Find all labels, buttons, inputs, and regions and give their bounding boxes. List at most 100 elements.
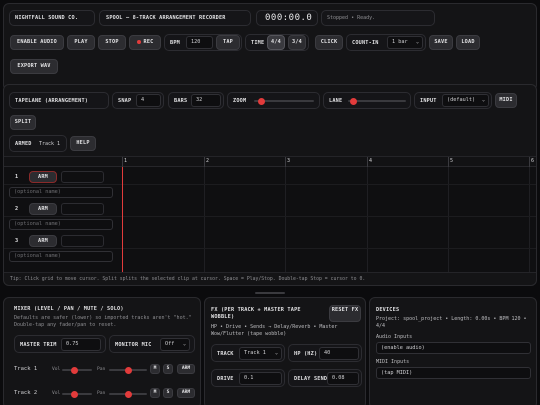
status-box: Stopped • Ready. [321,10,435,26]
mute-button[interactable]: M [150,388,160,398]
mixer-arm-button[interactable]: ARM [177,388,195,398]
ruler-tick [285,157,286,167]
volume-fader-handle[interactable] [70,366,78,374]
mixer-arm-button[interactable]: ARM [177,364,195,374]
chevron-down-icon: ⌄ [415,39,419,45]
brand-box: NIGHTFALL SOUND CO. [9,10,95,26]
time-3-4-button[interactable]: 3/4 [288,35,306,50]
solo-button[interactable]: S [163,388,173,398]
pan-label: Pan [97,391,106,396]
pan-slider[interactable] [109,366,147,374]
track-number: 2 [15,206,19,212]
tap-button[interactable]: TAP [216,35,240,50]
timeline-area[interactable]: 1 2 3 4 5 6 1 ARM (optional name) 2 ARM … [4,156,536,273]
armed-label: ARMED [15,141,32,147]
input-select[interactable]: (default) ⌄ [442,94,489,107]
track-arm-button[interactable]: ARM [29,171,57,183]
record-button[interactable]: REC [129,35,161,50]
bars-input[interactable]: 32 [191,94,221,107]
help-button[interactable]: HELP [70,136,96,151]
mixer-track-name: Track 1 [14,366,38,372]
track-name-input[interactable]: (optional name) [9,187,113,198]
snap-label: SNAP [118,98,132,104]
track-clip-slot[interactable] [61,203,104,215]
track-clip-slot[interactable] [61,171,104,183]
lane-slider-handle[interactable] [350,97,358,105]
hp-group: HP (HZ) 40 [288,344,362,362]
pan-slider[interactable] [109,390,147,398]
track-arm-button[interactable]: ARM [29,235,57,247]
volume-fader[interactable] [62,390,92,398]
track-name-input[interactable]: (optional name) [9,251,113,262]
audio-inputs-list[interactable]: (enable audio) [376,342,531,354]
zoom-slider-handle[interactable] [257,97,265,105]
time-signature-group: TIME 4/4 3/4 [245,34,309,51]
time-4-4-button[interactable]: 4/4 [267,35,285,50]
export-wav-button[interactable]: EXPORT WAV [10,59,58,74]
zoom-slider[interactable] [254,97,314,105]
fx-track-select[interactable]: Track 1 ⌄ [239,347,282,360]
fx-track-label: TRACK [217,351,234,357]
pan-slider-handle[interactable] [124,390,132,398]
hp-label: HP (HZ) [294,351,318,357]
drive-group: DRIVE 0.1 [211,369,285,387]
save-button[interactable]: SAVE [429,35,453,50]
solo-button[interactable]: S [163,364,173,374]
count-in-select[interactable]: 1 bar ⌄ [387,36,423,49]
load-button[interactable]: LOAD [456,35,480,50]
devices-panel: DEVICES Project: spool_project • Length:… [369,297,537,405]
mixer-description: Defaults are safer (lower) so imported t… [14,315,192,328]
mixer-track-name: Track 2 [14,390,38,396]
fx-description: HP • Drive • Sends → Delay/Reverb • Mast… [211,324,338,337]
midi-inputs-list[interactable]: (tap MIDI) [376,367,531,379]
mute-button[interactable]: M [150,364,160,374]
header-panel: NIGHTFALL SOUND CO. SPOOL — 8-TRACK ARRA… [3,3,537,91]
record-label: REC [143,39,154,45]
stop-button[interactable]: STOP [98,35,126,50]
drive-input[interactable]: 0.1 [239,372,282,385]
track-number: 3 [15,238,19,244]
bpm-input[interactable]: 120 [186,36,213,49]
time-readout: 000:00.0 [265,13,313,23]
tapelane-panel: TAPELANE (ARRANGEMENT) SNAP 4 BARS 32 ZO… [3,84,537,286]
monitor-mic-select[interactable]: Off ⌄ [160,338,190,351]
title-box: SPOOL — 8-TRACK ARRANGEMENT RECORDER [99,10,251,26]
chevron-down-icon: ⌄ [481,97,485,103]
ruler[interactable]: 1 2 3 4 5 6 [4,157,536,167]
input-label: INPUT [420,98,437,104]
track-arm-button[interactable]: ARM [29,203,57,215]
enable-audio-button[interactable]: ENABLE AUDIO [10,35,64,50]
hp-input[interactable]: 40 [319,347,359,360]
split-button[interactable]: SPLIT [10,115,36,130]
master-trim-label: MASTER TRIM [20,342,57,348]
fx-panel: FX (PER TRACK + MASTER TAPE WOBBLE) RESE… [204,297,366,405]
ruler-tick [529,157,530,167]
ruler-tick [122,157,123,167]
chevron-down-icon: ⌄ [274,350,278,356]
click-button[interactable]: CLICK [315,35,343,50]
pan-slider-handle[interactable] [124,366,132,374]
midi-button[interactable]: MIDI [495,93,517,108]
play-button[interactable]: PLAY [67,35,95,50]
reset-fx-button[interactable]: RESET FX [329,305,361,322]
input-value: (default) [447,97,476,103]
snap-input[interactable]: 4 [136,94,161,107]
delay-send-group: DELAY SEND 0.08 [288,369,362,387]
track-clip-slot[interactable] [61,235,104,247]
armed-group: ARMED Track 1 [9,135,67,152]
playhead-cursor[interactable] [122,167,123,272]
bars-label: BARS [174,98,188,104]
lane-group: LANE [323,92,411,109]
master-trim-input[interactable]: 0.75 [61,338,101,351]
delay-send-input[interactable]: 0.08 [327,372,359,385]
midi-inputs-label: MIDI Inputs [376,359,410,365]
devices-title: DEVICES [376,307,400,313]
project-info: Project: spool_project • Length: 0.00s •… [376,316,527,329]
panel-resize-handle[interactable] [255,292,285,294]
lane-height-slider[interactable] [348,97,406,105]
volume-fader-handle[interactable] [70,390,78,398]
volume-fader[interactable] [62,366,92,374]
track-name-input[interactable]: (optional name) [9,219,113,230]
armed-value: Track 1 [39,141,61,147]
vol-label: Vol [52,367,61,372]
